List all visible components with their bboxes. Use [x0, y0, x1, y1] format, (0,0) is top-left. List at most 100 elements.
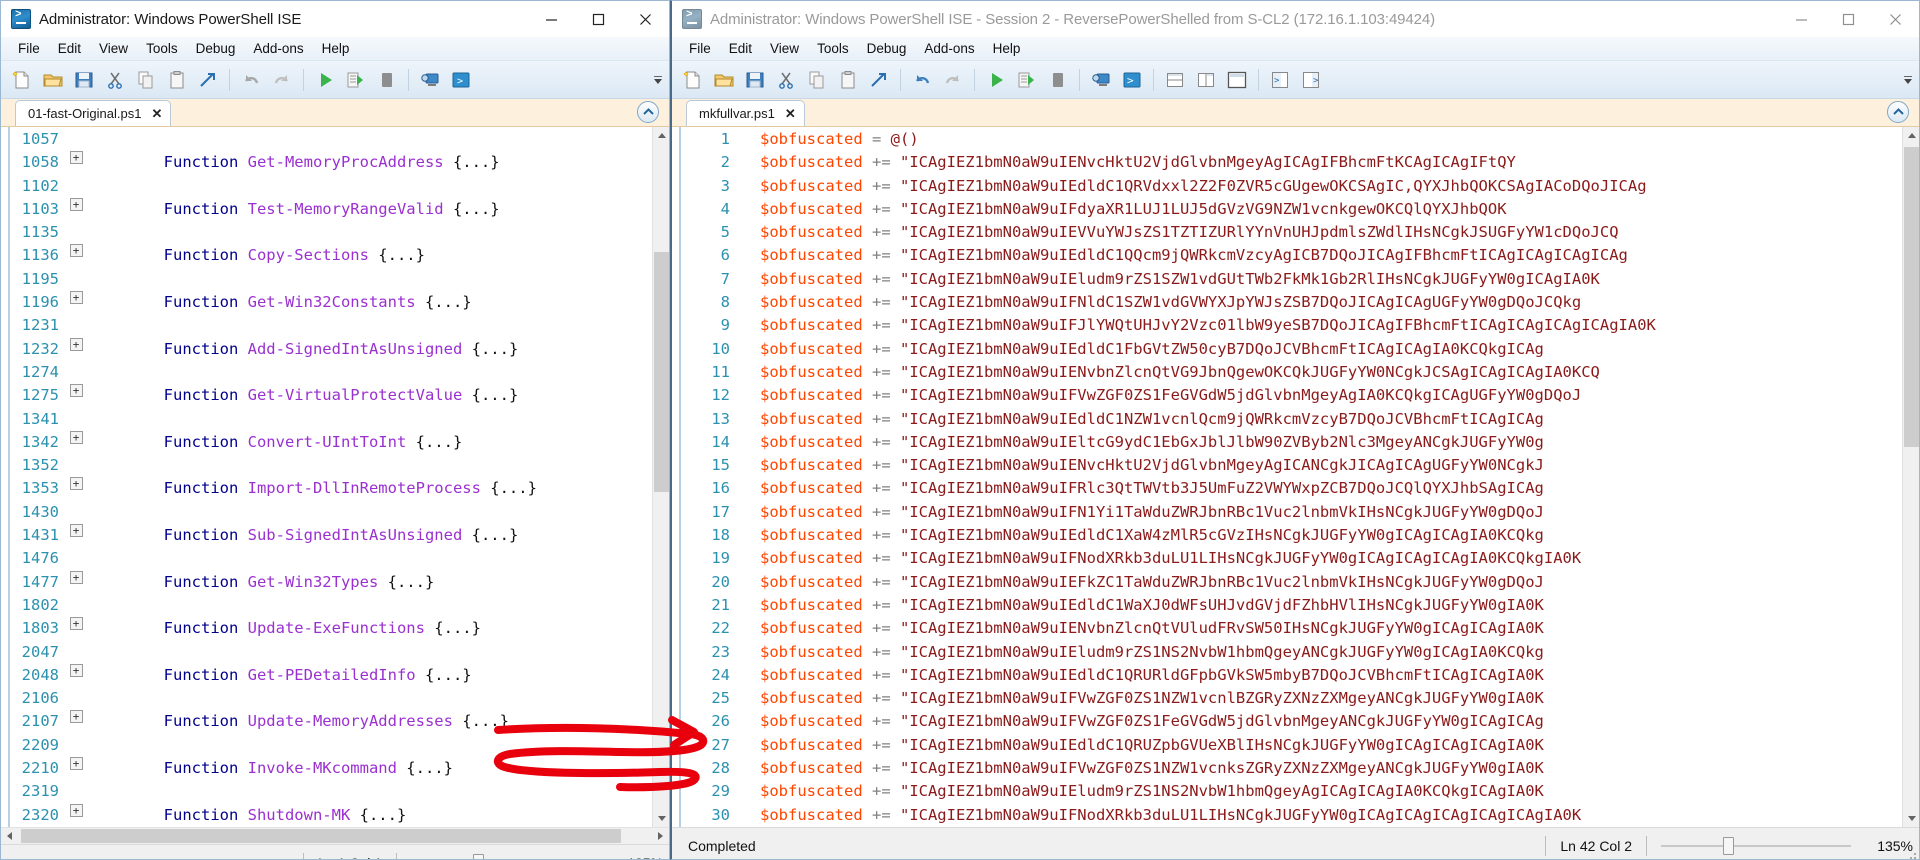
vertical-scrollbar-left[interactable] — [652, 127, 669, 827]
cut-scissors-icon[interactable] — [771, 65, 801, 95]
close-icon[interactable]: ✕ — [151, 106, 162, 122]
horizontal-scroll-thumb-left[interactable] — [21, 828, 621, 843]
scroll-left-arrow-icon[interactable] — [1, 828, 18, 845]
code-line[interactable]: 5 $obfuscated += "ICAgIEZ1bmN0aW9uIEVVuYW… — [672, 221, 1902, 244]
save-icon[interactable] — [69, 65, 99, 95]
code-line[interactable]: 1476 — [1, 547, 652, 570]
code-pane-right[interactable]: 1 $obfuscated = @() 2 $obfuscated += "ICAgI… — [672, 127, 1919, 827]
undo-icon[interactable] — [907, 65, 937, 95]
stop-operation-icon[interactable] — [1043, 65, 1073, 95]
code-line[interactable]: 1196 + Function Get-Win32Constants {...} — [1, 291, 652, 314]
redo-icon[interactable] — [267, 65, 297, 95]
code-line[interactable]: 24 $obfuscated += "ICAgIEZ1bmN0aW9uIEdldC… — [672, 664, 1902, 687]
menu-view-left[interactable]: View — [90, 39, 137, 58]
code-line[interactable]: 1342 + Function Convert-UIntToInt {...} — [1, 430, 652, 454]
menu-tools-right[interactable]: Tools — [808, 39, 858, 58]
code-line[interactable]: 10 $obfuscated += "ICAgIEZ1bmN0aW9uIEdldC… — [672, 338, 1902, 361]
code-line[interactable]: 8 $obfuscated += "ICAgIEZ1bmN0aW9uIFNldC1… — [672, 291, 1902, 314]
code-line[interactable]: 1430 — [1, 501, 652, 524]
editor-tab-left[interactable]: 01-fast-Original.ps1 ✕ — [15, 100, 172, 126]
menu-view-right[interactable]: View — [761, 39, 808, 58]
clear-console-icon[interactable] — [193, 65, 223, 95]
menu-debug-left[interactable]: Debug — [187, 39, 245, 58]
fold-expand-icon[interactable]: + — [63, 384, 89, 398]
menu-addons-right[interactable]: Add-ons — [915, 39, 983, 58]
fold-expand-icon[interactable]: + — [63, 757, 89, 771]
open-folder-icon[interactable] — [38, 65, 68, 95]
menu-help-left[interactable]: Help — [313, 39, 359, 58]
code-pane-left[interactable]: 1057 1058 + Function Get-MemoryProcAddress… — [1, 127, 669, 827]
scroll-down-arrow-icon[interactable] — [653, 809, 669, 827]
code-line[interactable]: 6 $obfuscated += "ICAgIEZ1bmN0aW9uIEdldC1… — [672, 244, 1902, 267]
code-line[interactable]: 2319 — [1, 780, 652, 803]
code-line[interactable]: 1802 — [1, 594, 652, 617]
window-controls-right[interactable] — [1778, 1, 1919, 37]
menu-debug-right[interactable]: Debug — [858, 39, 916, 58]
copy-icon[interactable] — [802, 65, 832, 95]
code-line[interactable]: 1431 + Function Sub-SignedIntAsUnsigned {… — [1, 524, 652, 547]
code-line[interactable]: 2 $obfuscated += "ICAgIEZ1bmN0aW9uIENvcHk… — [672, 151, 1902, 174]
code-line[interactable]: 25 $obfuscated += "ICAgIEZ1bmN0aW9uIFVwZG… — [672, 687, 1902, 710]
toolbar-left[interactable]: > — [1, 61, 669, 99]
tabstrip-left[interactable]: 01-fast-Original.ps1 ✕ — [1, 99, 669, 127]
code-line[interactable]: 16 $obfuscated += "ICAgIEZ1bmN0aW9uIFRlc3… — [672, 477, 1902, 500]
scroll-up-arrow-icon[interactable] — [653, 127, 669, 144]
menu-edit-left[interactable]: Edit — [49, 39, 90, 58]
collapse-pane-chevron-icon[interactable] — [1887, 101, 1909, 123]
code-scroll-left[interactable]: 1057 1058 + Function Get-MemoryProcAddress… — [1, 127, 652, 827]
new-file-icon[interactable] — [7, 65, 37, 95]
collapse-pane-chevron-icon[interactable] — [637, 101, 659, 123]
code-line[interactable]: 1102 — [1, 175, 652, 198]
code-line[interactable]: 20 $obfuscated += "ICAgIEZ1bmN0aW9uIEFkZC… — [672, 571, 1902, 594]
code-line[interactable]: 27 $obfuscated += "ICAgIEZ1bmN0aW9uIEdldC… — [672, 734, 1902, 757]
start-powershell-icon[interactable]: > — [1117, 65, 1147, 95]
code-line[interactable]: 1136 + Function Copy-Sections {...} — [1, 244, 652, 267]
new-file-icon[interactable] — [678, 65, 708, 95]
zoom-slider-right[interactable] — [1661, 837, 1851, 856]
code-line[interactable]: 12 $obfuscated += "ICAgIEZ1bmN0aW9uIFVwZG… — [672, 384, 1902, 407]
scroll-right-arrow-icon[interactable] — [652, 828, 669, 845]
window-controls-left[interactable] — [528, 1, 669, 37]
code-line[interactable]: 9 $obfuscated += "ICAgIEZ1bmN0aW9uIFJlYWQ… — [672, 314, 1902, 337]
fold-expand-icon[interactable]: + — [63, 197, 89, 211]
fold-expand-icon[interactable]: + — [63, 524, 89, 538]
code-line[interactable]: 1353 + Function Import-DllInRemoteProcess… — [1, 477, 652, 500]
code-line[interactable]: 2320 + Function Shutdown-MK {...} — [1, 803, 652, 827]
code-line[interactable]: 1275 + Function Get-VirtualProtectValue {… — [1, 384, 652, 407]
maximize-button-right[interactable] — [1825, 1, 1872, 37]
code-line[interactable]: 22 $obfuscated += "ICAgIEZ1bmN0aW9uIENvbn… — [672, 617, 1902, 640]
close-icon[interactable]: ✕ — [785, 106, 796, 122]
start-powershell-icon[interactable]: > — [446, 65, 476, 95]
code-line[interactable]: 19 $obfuscated += "ICAgIEZ1bmN0aW9uIFNodX… — [672, 547, 1902, 570]
layout-vertical-icon[interactable] — [1191, 65, 1221, 95]
code-line[interactable]: 4 $obfuscated += "ICAgIEZ1bmN0aW9uIFdyaXR… — [672, 198, 1902, 221]
code-line[interactable]: 28 $obfuscated += "ICAgIEZ1bmN0aW9uIFVwZG… — [672, 757, 1902, 780]
menubar-left[interactable]: File Edit View Tools Debug Add-ons Help — [1, 37, 669, 61]
code-line[interactable]: 18 $obfuscated += "ICAgIEZ1bmN0aW9uIEdldC… — [672, 524, 1902, 547]
close-button-right[interactable] — [1872, 1, 1919, 37]
menu-tools-left[interactable]: Tools — [137, 39, 187, 58]
copy-icon[interactable] — [131, 65, 161, 95]
vertical-scrollbar-right[interactable] — [1902, 127, 1919, 827]
code-line[interactable]: 1058 + Function Get-MemoryProcAddress {..… — [1, 151, 652, 174]
zoom-slider-thumb[interactable] — [473, 854, 484, 859]
powershell-ise-window-left[interactable]: Administrator: Windows PowerShell ISE Fi… — [0, 0, 670, 860]
code-line[interactable]: 2106 — [1, 687, 652, 710]
fold-expand-icon[interactable]: + — [63, 244, 89, 258]
fold-expand-icon[interactable]: + — [63, 663, 89, 677]
undo-icon[interactable] — [236, 65, 266, 95]
menu-file-right[interactable]: File — [680, 39, 720, 58]
fold-expand-icon[interactable]: + — [63, 430, 89, 444]
run-script-icon[interactable] — [310, 65, 340, 95]
show-command-addon-icon[interactable]: > — [1296, 65, 1326, 95]
zoom-slider-thumb[interactable] — [1723, 837, 1734, 856]
code-line[interactable]: 11 $obfuscated += "ICAgIEZ1bmN0aW9uIENvbn… — [672, 361, 1902, 384]
code-line[interactable]: 7 $obfuscated += "ICAgIEZ1bmN0aW9uIEludm9… — [672, 268, 1902, 291]
paste-clipboard-icon[interactable] — [833, 65, 863, 95]
maximize-button-left[interactable] — [575, 1, 622, 37]
code-line[interactable]: 23 $obfuscated += "ICAgIEZ1bmN0aW9uIEludm… — [672, 641, 1902, 664]
menu-addons-left[interactable]: Add-ons — [244, 39, 312, 58]
code-line[interactable]: 30 $obfuscated += "ICAgIEZ1bmN0aW9uIFNodX… — [672, 804, 1902, 827]
layout-horizontal-icon[interactable] — [1160, 65, 1190, 95]
code-line[interactable]: 2209 — [1, 734, 652, 757]
